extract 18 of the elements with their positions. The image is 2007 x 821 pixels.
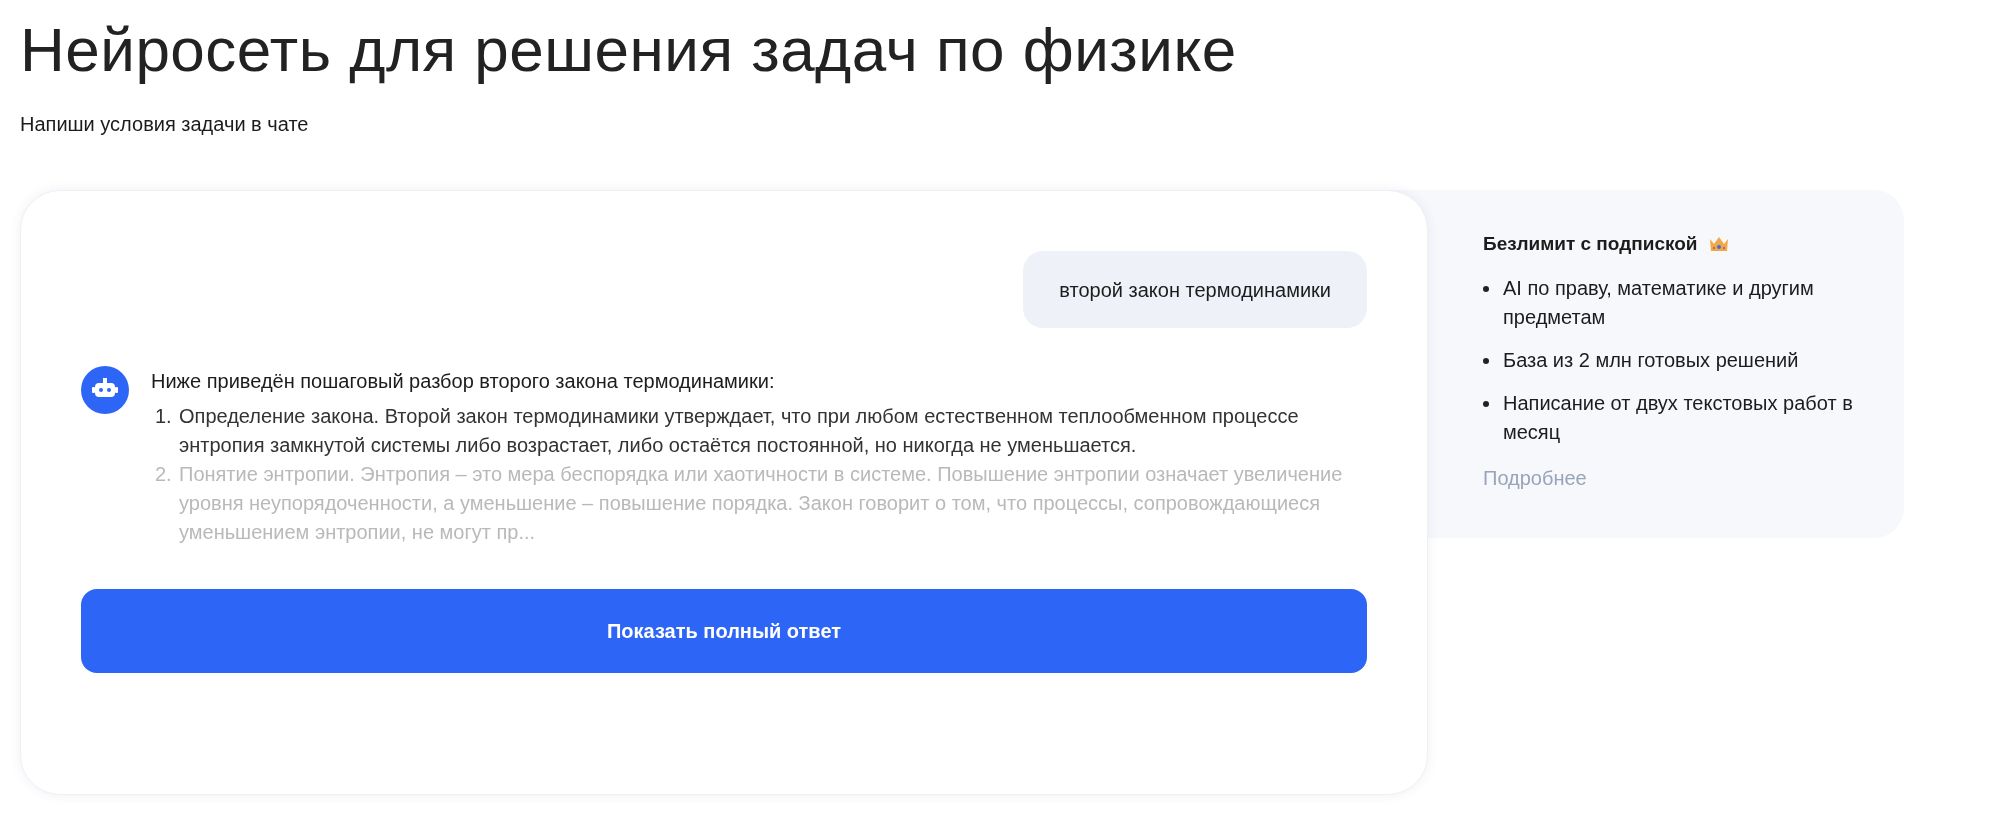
step-text: Понятие энтропии. Энтропия – это мера беспорядка или хаотичности в системе. Повышение энтропии означает увеличение уровня неупорядоченности, а уменьшение – повышение порядка. Закон говорит о том, что процессы, сопровождающиеся уменьшением энтропии, не могут пр... bbox=[179, 462, 1344, 545]
bullet-icon bbox=[1483, 286, 1489, 292]
step-number: 2. bbox=[155, 462, 173, 487]
feature-text: AI по праву, математике и другим предметам bbox=[1503, 276, 1815, 330]
promo-title: Безлимит с подпиской bbox=[1483, 232, 1698, 256]
bot-message-intro: Ниже приведён пошаговый разбор второго закона термодинамики: bbox=[151, 369, 776, 394]
step-number: 1. bbox=[155, 404, 173, 429]
robot-avatar-icon bbox=[81, 366, 129, 414]
show-full-answer-button[interactable]: Показать полный ответ bbox=[81, 589, 1367, 673]
crown-icon bbox=[1707, 235, 1730, 253]
page-heading: Нейросеть для решения задач по физике bbox=[20, 14, 1238, 86]
feature-text: Написание от двух текстовых работ в месяц bbox=[1503, 391, 1854, 445]
step-text: Определение закона. Второй закон термодинамики утверждает, что при любом естественном теплообменном процессе энтропия замкнутой системы либо возрастает, либо остаётся постоянной, но никогда не уменьшается. bbox=[179, 404, 1300, 458]
page-subheading: Напиши условия задачи в чате bbox=[20, 112, 310, 137]
user-message-bubble: второй закон термодинамики bbox=[1023, 251, 1367, 328]
feature-text: База из 2 млн готовых решений bbox=[1503, 348, 1799, 373]
bullet-icon bbox=[1483, 401, 1489, 407]
bullet-icon bbox=[1483, 358, 1489, 364]
